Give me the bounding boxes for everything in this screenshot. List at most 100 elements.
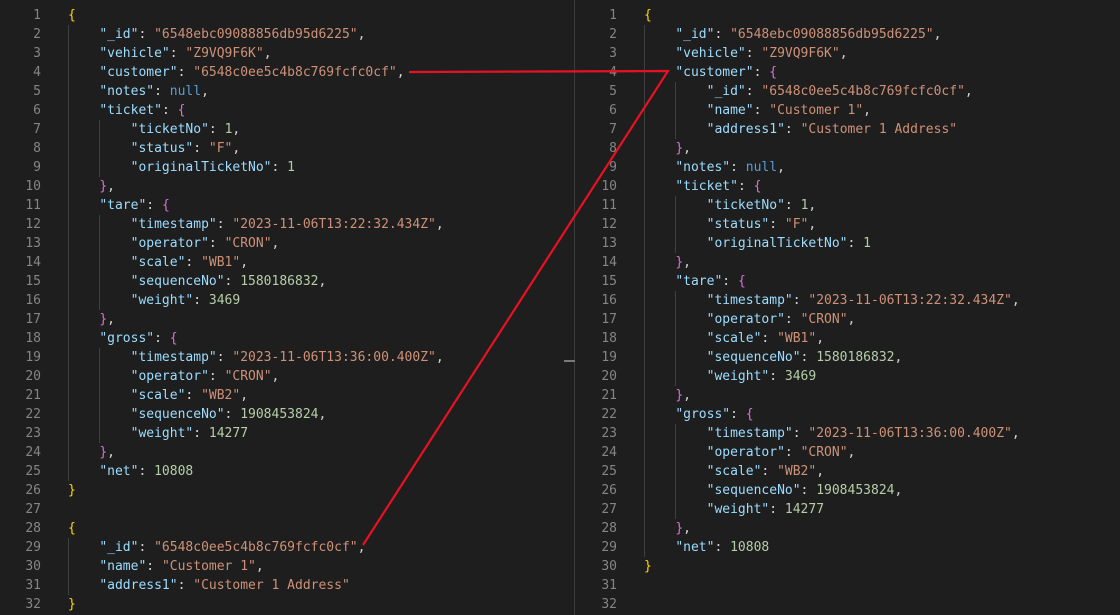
code-token: "F" (784, 217, 809, 232)
code-line[interactable]: 27 (0, 500, 563, 519)
code-line[interactable]: 31 "address1": "Customer 1 Address" (0, 576, 563, 595)
code-token: { (169, 331, 178, 346)
code-line[interactable]: 6 "ticket": { (0, 101, 563, 120)
code-token: , (894, 483, 903, 498)
code-line[interactable]: 23 "timestamp": "2023-11-06T13:36:00.400… (576, 424, 1120, 443)
code-line[interactable]: 31 (576, 576, 1120, 595)
code-line[interactable]: 32 (576, 595, 1120, 614)
code-line[interactable]: 8 }, (576, 139, 1120, 158)
code-line[interactable]: 10 "ticket": { (576, 177, 1120, 196)
line-number: 10 (25, 179, 41, 194)
line-number: 15 (601, 274, 617, 289)
code-line[interactable]: 26 "sequenceNo": 1908453824, (576, 481, 1120, 500)
code-token: "timestamp" (706, 293, 793, 308)
code-line[interactable]: 9 "notes": null, (576, 158, 1120, 177)
code-line[interactable]: 7 "ticketNo": 1, (0, 120, 563, 139)
code-line[interactable]: 8 "status": "F", (0, 139, 563, 158)
code-line[interactable]: 4 "customer": "6548c0ee5c4b8c769fcfc0cf"… (0, 63, 563, 82)
code-line[interactable]: 12 "status": "F", (576, 215, 1120, 234)
code-line[interactable]: 19 "timestamp": "2023-11-06T13:36:00.400… (0, 348, 563, 367)
code-token: null (169, 84, 202, 99)
code-line[interactable]: 3 "vehicle": "Z9VQ9F6K", (0, 44, 563, 63)
code-token: , (357, 27, 366, 42)
code-line[interactable]: 13 "operator": "CRON", (0, 234, 563, 253)
code-text: "_id": "6548ebc09088856db95d6225", (644, 25, 941, 44)
code-line[interactable]: 12 "timestamp": "2023-11-06T13:22:32.434… (0, 215, 563, 234)
code-line[interactable]: 22 "gross": { (576, 405, 1120, 424)
code-line[interactable]: 17 }, (0, 310, 563, 329)
code-token: "net" (675, 540, 715, 555)
code-line[interactable]: 16 "timestamp": "2023-11-06T13:22:32.434… (576, 291, 1120, 310)
code-line[interactable]: 19 "sequenceNo": 1580186832, (576, 348, 1120, 367)
right-editor-pane[interactable]: 1{2 "_id": "6548ebc09088856db95d6225", 3 … (576, 0, 1120, 615)
code-token: : (161, 103, 178, 118)
code-token: "sequenceNo" (130, 274, 225, 289)
code-line[interactable]: 20 "operator": "CRON", (0, 367, 563, 386)
code-line[interactable]: 2 "_id": "6548ebc09088856db95d6225", (576, 25, 1120, 44)
code-line[interactable]: 1{ (576, 6, 1120, 25)
code-line[interactable]: 15 "tare": { (576, 272, 1120, 291)
code-line[interactable]: 27 "weight": 14277 (576, 500, 1120, 519)
line-number: 25 (25, 464, 41, 479)
code-line[interactable]: 20 "weight": 3469 (576, 367, 1120, 386)
editor-split-divider[interactable] (563, 0, 576, 615)
left-editor-pane[interactable]: 1{2 "_id": "6548ebc09088856db95d6225", 3 … (0, 0, 563, 615)
code-token: : (800, 483, 817, 498)
code-line[interactable]: 24 "operator": "CRON", (576, 443, 1120, 462)
code-line[interactable]: 21 }, (576, 386, 1120, 405)
code-line[interactable]: 30} (576, 557, 1120, 576)
code-line[interactable]: 2 "_id": "6548ebc09088856db95d6225", (0, 25, 563, 44)
code-line[interactable]: 26} (0, 481, 563, 500)
code-token: { (177, 103, 186, 118)
code-token: "CRON" (224, 369, 272, 384)
line-number: 23 (25, 426, 41, 441)
code-line[interactable]: 5 "_id": "6548c0ee5c4b8c769fcfc0cf", (576, 82, 1120, 101)
code-line[interactable]: 9 "originalTicketNo": 1 (0, 158, 563, 177)
code-token: : (722, 274, 738, 289)
code-token: 1580186832 (816, 350, 895, 365)
code-token: : (745, 46, 762, 61)
code-token: "gross" (99, 331, 155, 346)
code-line[interactable]: 16 "weight": 3469 (0, 291, 563, 310)
code-line[interactable]: 23 "weight": 14277 (0, 424, 563, 443)
code-line[interactable]: 29 "_id": "6548c0ee5c4b8c769fcfc0cf", (0, 538, 563, 557)
code-line[interactable]: 14 "scale": "WB1", (0, 253, 563, 272)
code-line[interactable]: 3 "vehicle": "Z9VQ9F6K", (576, 44, 1120, 63)
code-line[interactable]: 32} (0, 595, 563, 614)
code-line[interactable]: 15 "sequenceNo": 1580186832, (0, 272, 563, 291)
code-line[interactable]: 22 "sequenceNo": 1908453824, (0, 405, 563, 424)
code-line[interactable]: 30 "name": "Customer 1", (0, 557, 563, 576)
code-text: }, (644, 519, 691, 538)
code-text: "weight": 14277 (644, 500, 824, 519)
code-line[interactable]: 25 "net": 10808 (0, 462, 563, 481)
code-line[interactable]: 25 "scale": "WB2", (576, 462, 1120, 481)
code-token: "address1" (706, 122, 785, 137)
split-sash-handle[interactable] (564, 360, 575, 362)
code-line[interactable]: 28 }, (576, 519, 1120, 538)
code-line[interactable]: 1{ (0, 6, 563, 25)
code-line[interactable]: 17 "operator": "CRON", (576, 310, 1120, 329)
code-line[interactable]: 18 "gross": { (0, 329, 563, 348)
code-line[interactable]: 11 "tare": { (0, 196, 563, 215)
code-token: "6548c0ee5c4b8c769fcfc0cf" (154, 540, 358, 555)
code-line[interactable]: 29 "net": 10808 (576, 538, 1120, 557)
code-line[interactable]: 4 "customer": { (576, 63, 1120, 82)
code-line[interactable]: 14 }, (576, 253, 1120, 272)
code-token: : (193, 426, 209, 441)
code-line[interactable]: 13 "originalTicketNo": 1 (576, 234, 1120, 253)
code-line[interactable]: 7 "address1": "Customer 1 Address" (576, 120, 1120, 139)
code-line[interactable]: 11 "ticketNo": 1, (576, 196, 1120, 215)
code-line[interactable]: 21 "scale": "WB2", (0, 386, 563, 405)
code-line[interactable]: 18 "scale": "WB1", (576, 329, 1120, 348)
line-number: 13 (25, 236, 41, 251)
code-line[interactable]: 24 }, (0, 443, 563, 462)
code-line[interactable]: 28 { (0, 519, 563, 538)
code-line[interactable]: 10 }, (0, 177, 563, 196)
code-token: "2023-11-06T13:22:32.434Z" (232, 217, 436, 232)
code-line[interactable]: 6 "name": "Customer 1", (576, 101, 1120, 120)
code-line[interactable]: 5 "notes": null, (0, 82, 563, 101)
code-token: { (68, 8, 76, 23)
